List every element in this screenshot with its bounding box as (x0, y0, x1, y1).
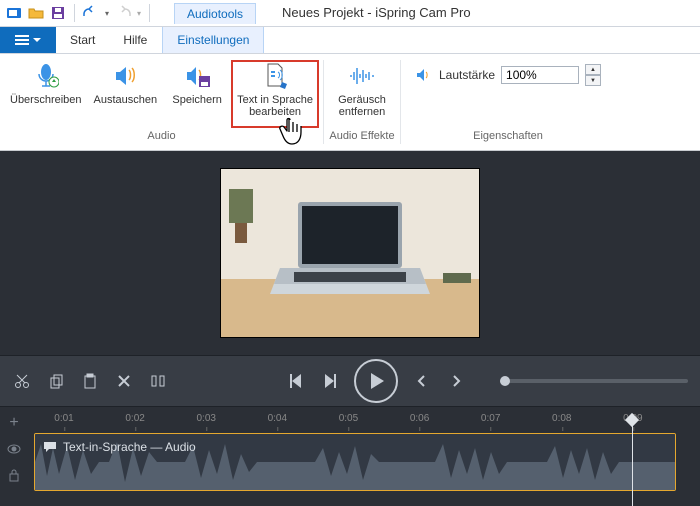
cursor-hand-icon (276, 112, 310, 152)
track-label: Text-in-Sprache — Audio (63, 440, 196, 454)
window-title: Neues Projekt - iSpring Cam Pro (282, 5, 471, 20)
file-menu-button[interactable] (0, 27, 56, 53)
replace-button[interactable]: Austauschen (88, 60, 164, 128)
crop-button[interactable] (148, 371, 168, 391)
volume-icon (415, 67, 433, 83)
laptop-icon (270, 198, 430, 308)
play-button[interactable] (354, 359, 398, 403)
skip-start-button[interactable] (286, 371, 306, 391)
ruler-tick: 0:03 (196, 413, 215, 424)
lock-icon[interactable] (6, 467, 22, 483)
playback-controls (0, 355, 700, 407)
ruler-tick: 0:04 (268, 413, 287, 424)
preview-canvas (220, 168, 480, 338)
open-icon[interactable] (28, 5, 44, 21)
app-icon (6, 5, 22, 21)
tab-settings[interactable]: Einstellungen (162, 26, 264, 53)
save-icon[interactable] (50, 5, 66, 21)
tab-help[interactable]: Hilfe (109, 27, 161, 53)
waveform-icon (346, 62, 378, 90)
ruler-tick: 0:01 (54, 413, 73, 424)
volume-label: Lautstärke (439, 68, 495, 82)
visibility-icon[interactable] (6, 441, 22, 457)
speaker-icon (109, 62, 141, 90)
cut-button[interactable] (12, 371, 32, 391)
preview-area (0, 151, 700, 355)
volume-input[interactable] (501, 66, 579, 84)
timeline: + 0:010:020:030:040:050:060:070:080:09 T… (0, 407, 700, 506)
ruler-tick: 0:06 (410, 413, 429, 424)
scrub-bar[interactable] (500, 379, 688, 383)
ribbon: Überschreiben Austauschen Speichern Text… (0, 54, 700, 151)
delete-button[interactable] (114, 371, 134, 391)
volume-spinner[interactable]: ▲▼ (585, 64, 601, 86)
tab-start[interactable]: Start (56, 27, 109, 53)
ruler-tick: 0:02 (125, 413, 144, 424)
ruler-tick: 0:07 (481, 413, 500, 424)
speech-bubble-icon (43, 440, 57, 454)
add-track-button[interactable]: + (6, 415, 22, 431)
save-audio-button[interactable]: Speichern (163, 60, 231, 128)
skip-end-button[interactable] (320, 371, 340, 391)
paste-button[interactable] (80, 371, 100, 391)
denoise-button[interactable]: Geräusch entfernen (328, 60, 396, 128)
redo-icon[interactable] (115, 5, 131, 21)
next-frame-button[interactable] (446, 371, 466, 391)
ribbon-group-properties: Lautstärke ▲▼ Eigenschaften (401, 60, 615, 144)
ruler-tick: 0:08 (552, 413, 571, 424)
prev-frame-button[interactable] (412, 371, 432, 391)
microphone-icon (30, 62, 62, 90)
speaker-save-icon (181, 62, 213, 90)
contextual-tab-label: Audiotools (174, 3, 256, 24)
copy-button[interactable] (46, 371, 66, 391)
undo-icon[interactable] (83, 5, 99, 21)
time-ruler[interactable]: 0:010:020:030:040:050:060:070:080:09 (28, 407, 700, 429)
overwrite-button[interactable]: Überschreiben (4, 60, 88, 128)
document-speech-icon (259, 62, 291, 90)
ribbon-group-effects: Geräusch entfernen Audio Effekte (324, 60, 401, 144)
ruler-tick: 0:05 (339, 413, 358, 424)
tab-bar: Start Hilfe Einstellungen (0, 27, 700, 54)
quick-access-toolbar: ▾ ▾ Audiotools Neues Projekt - iSpring C… (0, 0, 700, 27)
audio-track[interactable]: Text-in-Sprache — Audio (34, 433, 676, 491)
